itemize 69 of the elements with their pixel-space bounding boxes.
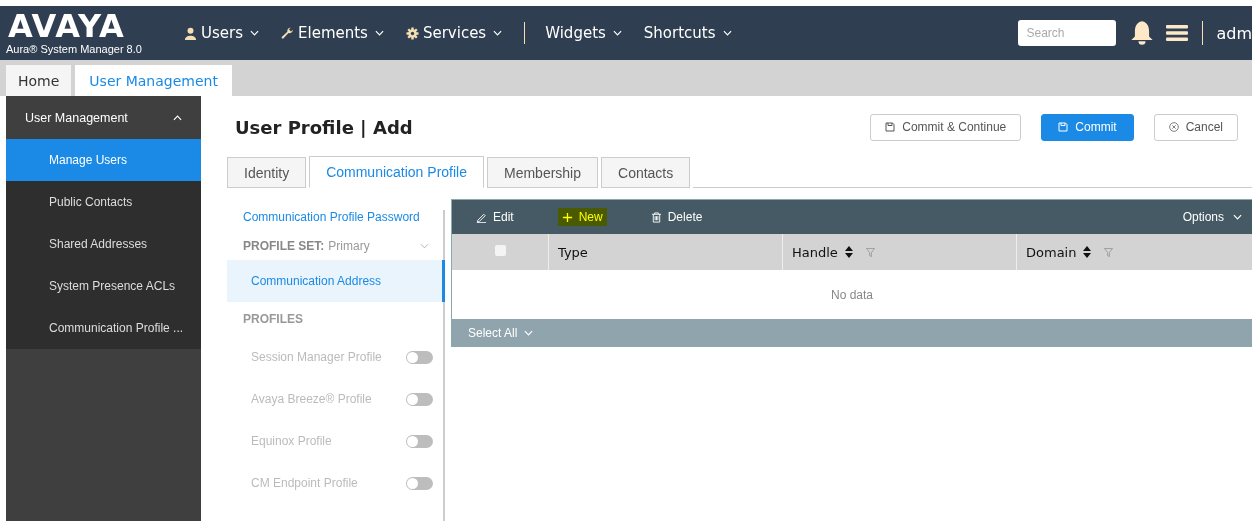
filter-icon[interactable] [1104, 247, 1114, 257]
profile-label: Equinox Profile [251, 434, 332, 448]
nav-menu[interactable]: Services [405, 24, 503, 42]
sidebar-item[interactable]: Shared Addresses [6, 223, 201, 265]
nav-menu[interactable]: Users [184, 24, 259, 42]
tab[interactable]: Contacts [601, 157, 691, 188]
tab[interactable]: Communication Profile [309, 156, 484, 188]
save-icon [1058, 122, 1069, 132]
cancel-button[interactable]: Cancel [1153, 113, 1238, 141]
commit-button[interactable]: Commit [1041, 113, 1134, 141]
column-title[interactable]: Domain [1026, 244, 1077, 260]
chevron-down-icon [612, 30, 622, 36]
bell-icon[interactable] [1130, 20, 1155, 46]
toggle-switch[interactable] [406, 350, 433, 364]
chevron-down-icon [374, 30, 384, 36]
sidebar-item[interactable]: Manage Users [6, 139, 201, 181]
nav-menu[interactable]: Shortcuts [643, 24, 732, 42]
checkbox[interactable] [494, 244, 506, 256]
toggle-switch[interactable] [406, 434, 433, 448]
nav-menu[interactable]: Elements [281, 24, 384, 42]
chevron-down-icon [1233, 214, 1242, 220]
sort-icon[interactable] [844, 246, 853, 258]
page-tab[interactable]: User Management [75, 65, 232, 96]
chevron-down-icon [722, 30, 732, 36]
empty-message: No data [831, 287, 873, 302]
save-icon [885, 122, 896, 132]
edit-button[interactable]: Edit [472, 208, 518, 226]
pencil-icon [476, 211, 487, 223]
toggle-switch[interactable] [406, 476, 433, 490]
menu-icon[interactable] [1166, 24, 1189, 42]
chevron-down-icon [493, 30, 503, 36]
wrench-icon [281, 26, 294, 40]
user-icon [184, 26, 197, 40]
search-field[interactable]: Search [1018, 20, 1117, 46]
chevron-up-icon [173, 114, 182, 121]
new-button[interactable]: New [557, 208, 607, 226]
sidebar-item[interactable]: System Presence ACLs [6, 265, 201, 307]
chevron-down-icon [250, 30, 259, 36]
section-heading: PROFILES [242, 311, 303, 328]
chevron-down-icon [524, 329, 534, 336]
column-title[interactable]: Type [558, 244, 588, 260]
column-title[interactable]: Handle [792, 244, 838, 260]
page-tab[interactable]: Home [6, 65, 72, 96]
commit-button[interactable]: Commit & Continue [870, 113, 1022, 141]
profile-set-label: PROFILE SET: [243, 239, 325, 253]
close-icon [1168, 122, 1179, 132]
chevron-down-icon[interactable] [420, 243, 429, 249]
gear-icon [405, 26, 419, 40]
product-name: Aura® System Manager 8.0 [6, 43, 142, 55]
sidebar-section-header[interactable]: User Management [6, 96, 201, 139]
sidebar-item[interactable]: Communication Profile ... [6, 307, 201, 349]
profile-label: CM Endpoint Profile [251, 476, 358, 490]
toggle-switch[interactable] [406, 392, 433, 406]
tab[interactable]: Membership [487, 157, 598, 188]
trash-icon [650, 211, 662, 223]
password-link[interactable]: Communication Profile Password [227, 210, 420, 232]
filter-icon[interactable] [865, 247, 875, 257]
profile-label: Session Manager Profile [251, 350, 382, 364]
tab[interactable]: Identity [227, 157, 307, 188]
user-name[interactable]: adm [1216, 23, 1252, 43]
profile-label: Avaya Breeze® Profile [251, 392, 372, 406]
page-title: User Profile | Add [235, 116, 413, 138]
plus-icon [561, 211, 573, 223]
sidebar-item[interactable]: Public Contacts [6, 181, 201, 223]
sort-icon[interactable] [1083, 246, 1092, 258]
logo: AVAYA [8, 11, 125, 41]
options-menu[interactable]: Options [1178, 208, 1246, 226]
nav-menu[interactable]: Widgets [545, 24, 622, 42]
delete-button[interactable]: Delete [646, 208, 707, 226]
